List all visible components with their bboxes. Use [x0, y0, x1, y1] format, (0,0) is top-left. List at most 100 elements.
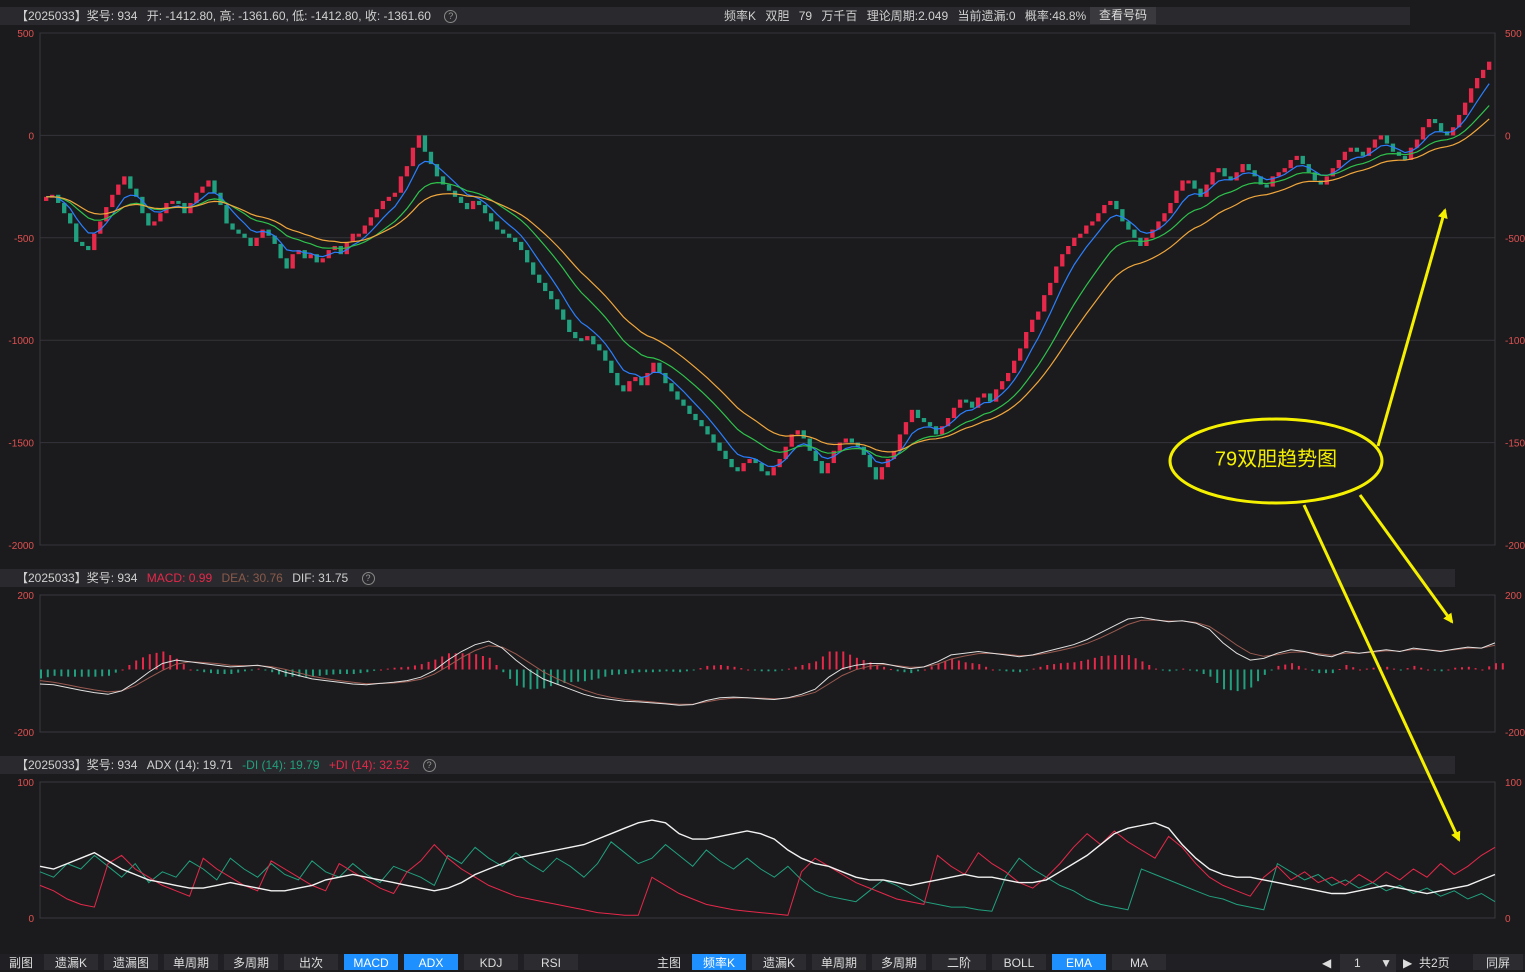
macd-histogram-bar — [1386, 666, 1389, 670]
page-number: 1 — [1354, 956, 1361, 970]
candle — [1222, 168, 1227, 177]
candle — [987, 393, 993, 402]
macd-histogram-bar — [978, 664, 981, 670]
macd-histogram-bar — [903, 669, 906, 673]
main-chart-tab-7[interactable]: EMA — [1052, 954, 1106, 970]
macd-histogram-bar — [638, 669, 641, 673]
macd-histogram-bar — [481, 656, 484, 670]
candle — [1078, 233, 1083, 238]
candle — [711, 434, 716, 443]
candle — [1042, 295, 1047, 312]
candle — [1132, 229, 1137, 238]
main-chart-tab-1[interactable]: 频率K — [692, 954, 746, 970]
macd-histogram-bar — [237, 669, 240, 673]
plot-area — [39, 32, 1496, 546]
main-chart-tab-2[interactable]: 遗漏K — [752, 954, 806, 970]
candle — [609, 360, 614, 373]
macd-histogram-bar — [998, 669, 1001, 671]
macd-histogram-bar — [1284, 664, 1287, 670]
candle — [458, 196, 464, 203]
main-chart-tab-3[interactable]: 单周期 — [812, 954, 866, 970]
candle — [633, 377, 638, 382]
sub-chart-tab-2[interactable]: 遗漏图 — [104, 954, 158, 970]
candle — [470, 200, 476, 210]
macd-histogram-bar — [522, 669, 525, 688]
sub-chart-tab-6[interactable]: MACD — [344, 954, 398, 970]
sub-chart-tab-9[interactable]: RSI — [524, 954, 578, 970]
candle — [825, 463, 830, 474]
macd-histogram-bar — [896, 669, 899, 672]
candle — [1486, 61, 1492, 70]
macd-histogram-bar — [1406, 668, 1409, 670]
candle — [699, 420, 704, 427]
macd-histogram-bar — [753, 669, 756, 671]
sub-chart-tab-1[interactable]: 遗漏K — [44, 954, 98, 970]
candle — [1005, 372, 1011, 382]
candle — [1342, 151, 1348, 160]
macd-histogram-bar — [495, 665, 498, 670]
next-page-icon[interactable]: ▶ — [1403, 954, 1412, 972]
macd-histogram-bar — [230, 669, 233, 674]
macd-histogram-bar — [475, 654, 478, 670]
dif-value: DIF: 31.75 — [292, 571, 349, 585]
help-icon[interactable]: ? — [444, 10, 458, 24]
macd-histogram-bar — [359, 669, 362, 674]
page-select[interactable]: 1 ▼ — [1340, 954, 1396, 972]
candle — [681, 399, 686, 406]
macd-histogram-bar — [855, 657, 858, 670]
candle — [1246, 164, 1251, 171]
y-tick-label-left: 0 — [28, 914, 34, 925]
candle — [903, 422, 909, 435]
candle — [212, 180, 217, 193]
macd-histogram-bar — [883, 666, 886, 670]
candle — [146, 213, 151, 226]
sub-chart-tab-4[interactable]: 多周期 — [224, 954, 278, 970]
y-tick-label-right: -2000 — [1505, 541, 1525, 552]
macd-histogram-bar — [1338, 669, 1341, 671]
macd-histogram-bar — [1250, 669, 1253, 688]
candle — [1192, 180, 1197, 189]
main-chart-tab-0[interactable]: 主图 — [652, 954, 686, 970]
main-chart-tab-8[interactable]: MA — [1112, 954, 1166, 970]
y-tick-label-left: -200 — [14, 728, 34, 739]
candle — [80, 241, 85, 246]
macd-histogram-bar — [747, 669, 750, 671]
view-numbers-button[interactable]: 查看号码 — [1090, 7, 1157, 24]
sub-chart-tab-0[interactable]: 副图 — [4, 954, 38, 970]
y-tick-label-left: 200 — [17, 591, 34, 602]
macd-histogram-bar — [794, 666, 797, 670]
candle — [657, 362, 662, 373]
macd-histogram-bar — [1488, 666, 1491, 670]
help-icon[interactable]: ? — [422, 759, 436, 773]
candle — [885, 458, 891, 468]
plus-di-value: +DI (14): 32.52 — [328, 758, 410, 772]
candle — [1060, 254, 1065, 267]
fullscreen-button[interactable]: 同屏 — [1473, 954, 1523, 970]
macd-histogram-bar — [692, 669, 695, 671]
sub-chart-tab-7[interactable]: ADX — [404, 954, 458, 970]
macd-histogram-bar — [1495, 663, 1497, 670]
candle — [362, 225, 367, 234]
main-chart-tab-6[interactable]: BOLL — [992, 954, 1046, 970]
candle — [1180, 180, 1185, 191]
macd-histogram-bar — [604, 669, 607, 677]
sub-chart-tab-5[interactable]: 出次 — [284, 954, 338, 970]
macd-histogram-bar — [1005, 669, 1008, 672]
help-icon[interactable]: ? — [361, 572, 375, 586]
candle — [951, 407, 957, 419]
sub-chart-tab-3[interactable]: 单周期 — [164, 954, 218, 970]
macd-histogram-bar — [842, 651, 845, 670]
sub-chart-tab-8[interactable]: KDJ — [464, 954, 518, 970]
candle — [543, 282, 548, 292]
prev-page-icon[interactable]: ◀ — [1322, 954, 1331, 972]
macd-histogram-bar — [733, 666, 736, 670]
macd-histogram-bar — [400, 667, 403, 670]
main-chart-tab-5[interactable]: 二阶 — [932, 954, 986, 970]
macd-histogram-bar — [1046, 665, 1049, 670]
macd-histogram-bar — [801, 665, 804, 670]
macd-histogram-bar — [107, 669, 110, 676]
macd-histogram-bar — [651, 669, 654, 673]
main-chart-tab-4[interactable]: 多周期 — [872, 954, 926, 970]
macd-histogram-bar — [413, 665, 416, 670]
candle — [1216, 168, 1221, 173]
